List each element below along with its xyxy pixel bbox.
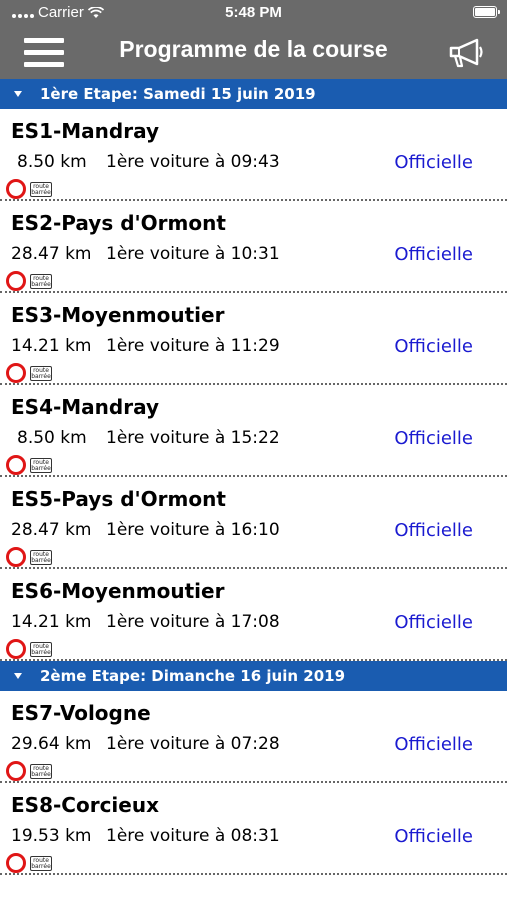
section-2: 2ème Etape: Dimanche 16 juin 2019 ES7-Vo… <box>0 661 507 875</box>
section-1: 1ère Etape: Samedi 15 juin 2019 ES1-Mand… <box>0 79 507 661</box>
section-header-label: 1ère Etape: Samedi 15 juin 2019 <box>40 85 316 103</box>
road-sign-line-2: barrée <box>31 464 51 472</box>
red-ring-icon <box>6 455 26 475</box>
stage-status-link[interactable]: Officielle <box>394 428 473 449</box>
disclosure-triangle-icon <box>14 91 22 97</box>
road-sign-line-2: barrée <box>31 188 51 196</box>
page-title: Programme de la course <box>119 36 388 62</box>
stage-icons: route barrée <box>6 639 52 659</box>
red-ring-icon <box>6 853 26 873</box>
stage-first-car-time: 1ère voiture à 10:31 <box>106 244 280 264</box>
stage-distance: 19.53 km <box>11 826 92 846</box>
battery-icon <box>473 6 500 18</box>
stage-icons: route barrée <box>6 363 52 383</box>
stage-name: ES5-Pays d'Ormont <box>11 487 226 511</box>
stage-status-link[interactable]: Officielle <box>394 520 473 541</box>
road-sign-line-2: barrée <box>31 372 51 380</box>
stage-row[interactable]: ES7-Vologne 29.64 km 1ère voiture à 07:2… <box>0 691 507 783</box>
stage-row[interactable]: ES4-Mandray 8.50 km 1ère voiture à 15:22… <box>0 385 507 477</box>
stage-row[interactable]: ES2-Pays d'Ormont 28.47 km 1ère voiture … <box>0 201 507 293</box>
stage-first-car-time: 1ère voiture à 16:10 <box>106 520 280 540</box>
route-barree-sign-icon: route barrée <box>30 365 52 381</box>
red-ring-icon <box>6 547 26 567</box>
stage-row[interactable]: ES3-Moyenmoutier 14.21 km 1ère voiture à… <box>0 293 507 385</box>
stage-first-car-time: 1ère voiture à 07:28 <box>106 734 280 754</box>
stage-first-car-time: 1ère voiture à 17:08 <box>106 612 280 632</box>
road-sign-line-2: barrée <box>31 280 51 288</box>
stage-status-link[interactable]: Officielle <box>394 152 473 173</box>
stage-status-link[interactable]: Officielle <box>394 336 473 357</box>
stage-first-car-time: 1ère voiture à 09:43 <box>106 152 280 172</box>
red-ring-icon <box>6 271 26 291</box>
section-header[interactable]: 2ème Etape: Dimanche 16 juin 2019 <box>0 661 507 691</box>
nav-bar: Programme de la course <box>0 26 507 79</box>
stage-status-link[interactable]: Officielle <box>394 244 473 265</box>
stage-name: ES7-Vologne <box>11 701 151 725</box>
stage-name: ES4-Mandray <box>11 395 160 419</box>
stage-name: ES3-Moyenmoutier <box>11 303 225 327</box>
stage-status-link[interactable]: Officielle <box>394 612 473 633</box>
stage-row[interactable]: ES5-Pays d'Ormont 28.47 km 1ère voiture … <box>0 477 507 569</box>
status-bar: Carrier 5:48 PM <box>0 0 507 26</box>
stage-first-car-time: 1ère voiture à 11:29 <box>106 336 280 356</box>
road-sign-line-2: barrée <box>31 648 51 656</box>
route-barree-sign-icon: route barrée <box>30 457 52 473</box>
route-barree-sign-icon: route barrée <box>30 641 52 657</box>
red-ring-icon <box>6 179 26 199</box>
stage-row[interactable]: ES6-Moyenmoutier 14.21 km 1ère voiture à… <box>0 569 507 661</box>
red-ring-icon <box>6 761 26 781</box>
stage-name: ES2-Pays d'Ormont <box>11 211 226 235</box>
stage-distance: 8.50 km <box>17 152 87 172</box>
red-ring-icon <box>6 363 26 383</box>
stage-distance: 14.21 km <box>11 612 92 632</box>
stage-name: ES6-Moyenmoutier <box>11 579 225 603</box>
stage-distance: 28.47 km <box>11 520 92 540</box>
stage-icons: route barrée <box>6 547 52 567</box>
stage-name: ES8-Corcieux <box>11 793 159 817</box>
megaphone-icon[interactable] <box>447 37 485 69</box>
route-barree-sign-icon: route barrée <box>30 763 52 779</box>
stage-first-car-time: 1ère voiture à 08:31 <box>106 826 280 846</box>
stage-status-link[interactable]: Officielle <box>394 734 473 755</box>
stage-icons: route barrée <box>6 761 52 781</box>
red-ring-icon <box>6 639 26 659</box>
stage-distance: 14.21 km <box>11 336 92 356</box>
stage-first-car-time: 1ère voiture à 15:22 <box>106 428 280 448</box>
section-header[interactable]: 1ère Etape: Samedi 15 juin 2019 <box>0 79 507 109</box>
stage-distance: 28.47 km <box>11 244 92 264</box>
road-sign-line-2: barrée <box>31 862 51 870</box>
disclosure-triangle-icon <box>14 673 22 679</box>
stage-distance: 29.64 km <box>11 734 92 754</box>
stage-icons: route barrée <box>6 853 52 873</box>
stage-status-link[interactable]: Officielle <box>394 826 473 847</box>
stage-icons: route barrée <box>6 455 52 475</box>
route-barree-sign-icon: route barrée <box>30 549 52 565</box>
route-barree-sign-icon: route barrée <box>30 855 52 871</box>
stage-name: ES1-Mandray <box>11 119 160 143</box>
section-header-label: 2ème Etape: Dimanche 16 juin 2019 <box>40 667 346 685</box>
route-barree-sign-icon: route barrée <box>30 181 52 197</box>
stage-icons: route barrée <box>6 271 52 291</box>
stage-row[interactable]: ES1-Mandray 8.50 km 1ère voiture à 09:43… <box>0 109 507 201</box>
stage-distance: 8.50 km <box>17 428 87 448</box>
clock: 5:48 PM <box>225 4 282 21</box>
stage-icons: route barrée <box>6 179 52 199</box>
road-sign-line-2: barrée <box>31 556 51 564</box>
stage-row[interactable]: ES8-Corcieux 19.53 km 1ère voiture à 08:… <box>0 783 507 875</box>
route-barree-sign-icon: route barrée <box>30 273 52 289</box>
road-sign-line-2: barrée <box>31 770 51 778</box>
